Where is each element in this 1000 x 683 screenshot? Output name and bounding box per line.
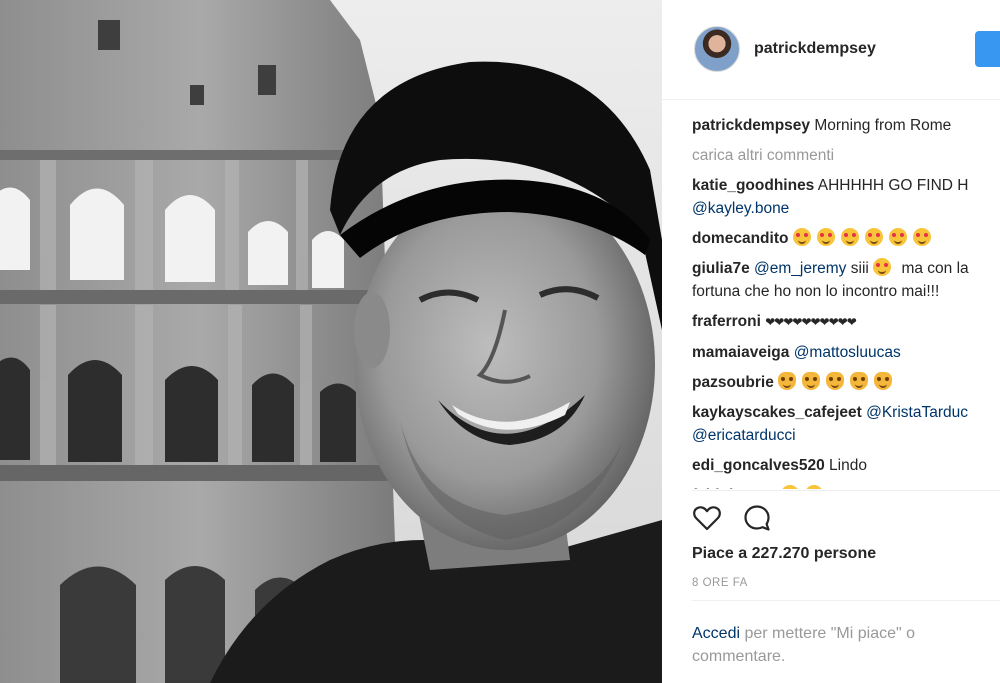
comment-text: ma con la [901, 260, 969, 277]
photo-illustration [0, 0, 662, 683]
comment-icon[interactable] [742, 503, 776, 537]
comment-mention[interactable]: @ericatarducci [692, 427, 796, 444]
likes-count[interactable]: Piace a 227.270 persone [692, 545, 876, 563]
comment-item: kaykayscakes_cafejeet @KristaTarduc @eri… [692, 401, 1000, 447]
comment-mention[interactable]: @em_jeremy [754, 260, 846, 277]
caption-username[interactable]: patrickdempsey [692, 117, 810, 134]
login-prompt: Accedi per mettere "Mi piace" o commenta… [692, 622, 992, 668]
comments-list[interactable]: patrickdempsey Morning from Rome carica … [692, 105, 1000, 489]
heart-eyes-cat-emoji-icon [874, 372, 893, 390]
comment-username[interactable]: fabiula1515 [692, 487, 776, 489]
cat-emoji-group [778, 372, 898, 391]
heart-eyes-emoji-icon [840, 228, 859, 246]
load-more-comments-link[interactable]: carica altri commenti [692, 144, 1000, 167]
comment-item: giulia7e @em_jeremy siii ma con la fortu… [692, 257, 1000, 303]
heart-eyes-emoji-icon [864, 228, 883, 246]
comment-text: Lindo [829, 457, 867, 474]
comment-username[interactable]: edi_goncalves520 [692, 457, 825, 474]
comment-username[interactable]: kaykayscakes_cafejeet [692, 404, 862, 421]
comment-mention[interactable]: @kayley.bone [692, 200, 789, 217]
heart-eyes-emoji-icon [816, 228, 835, 246]
comment-username[interactable]: pazsoubrie [692, 374, 774, 391]
comment-item: fabiula1515 [692, 484, 1000, 489]
comment-username[interactable]: katie_goodhines [692, 177, 814, 194]
login-link[interactable]: Accedi [692, 625, 740, 642]
post-timestamp: 8 ORE FA [692, 577, 748, 589]
heart-eyes-emoji-icon [873, 258, 892, 276]
heart-eyes-emoji-icon [888, 228, 907, 246]
comment-text: AHHHHH GO FIND H [817, 177, 969, 194]
comment-username[interactable]: fraferroni [692, 313, 761, 330]
heart-eyes-emoji-group [792, 228, 937, 247]
comment-username[interactable]: giulia7e [692, 260, 750, 277]
follow-button[interactable]: Se [975, 31, 1000, 67]
caption: patrickdempsey Morning from Rome [692, 114, 1000, 137]
heart-eyes-cat-emoji-icon [778, 372, 797, 390]
author-username[interactable]: patrickdempsey [754, 40, 876, 58]
heart-eyes-cat-emoji-icon [802, 372, 821, 390]
comment-text: siii [850, 260, 869, 277]
heart-eyes-cat-emoji-icon [850, 372, 869, 390]
heart-eyes-emoji-icon [804, 485, 823, 489]
heart-eyes-emoji-icon [912, 228, 931, 246]
comment-item: katie_goodhines AHHHHH GO FIND H @kayley… [692, 174, 1000, 220]
heart-eyes-emoji-icon [780, 485, 799, 489]
post-header: patrickdempsey Se [662, 0, 1000, 100]
comment-item: fraferroni ❤❤❤❤❤❤❤❤❤❤ [692, 310, 1000, 334]
comment-text: fortuna che ho non lo incontro mai!!! [692, 283, 940, 300]
comment-item: edi_goncalves520 Lindo [692, 454, 1000, 477]
divider [692, 490, 1000, 491]
heart-eyes-emoji-icon [792, 228, 811, 246]
post-photo[interactable] [0, 0, 662, 683]
caption-text: Morning from Rome [814, 117, 952, 134]
heart-icon[interactable] [692, 503, 726, 537]
heart-eyes-cat-emoji-icon [826, 372, 845, 390]
comment-item: domecandito [692, 227, 1000, 250]
comment-item: pazsoubrie [692, 371, 1000, 394]
comment-username[interactable]: mamaiaveiga [692, 344, 789, 361]
hearts-emoji-icon: ❤❤❤❤❤❤❤❤❤❤ [765, 315, 857, 329]
comment-username[interactable]: domecandito [692, 230, 788, 247]
comment-mention[interactable]: @KristaTarduc [866, 404, 968, 421]
comment-item: mamaiaveiga @mattosluucas [692, 341, 1000, 364]
author-avatar[interactable] [694, 26, 740, 72]
divider [692, 600, 1000, 601]
post-side-panel: patrickdempsey Se patrickdempsey Morning… [662, 0, 1000, 683]
comment-mention[interactable]: @mattosluucas [794, 344, 901, 361]
